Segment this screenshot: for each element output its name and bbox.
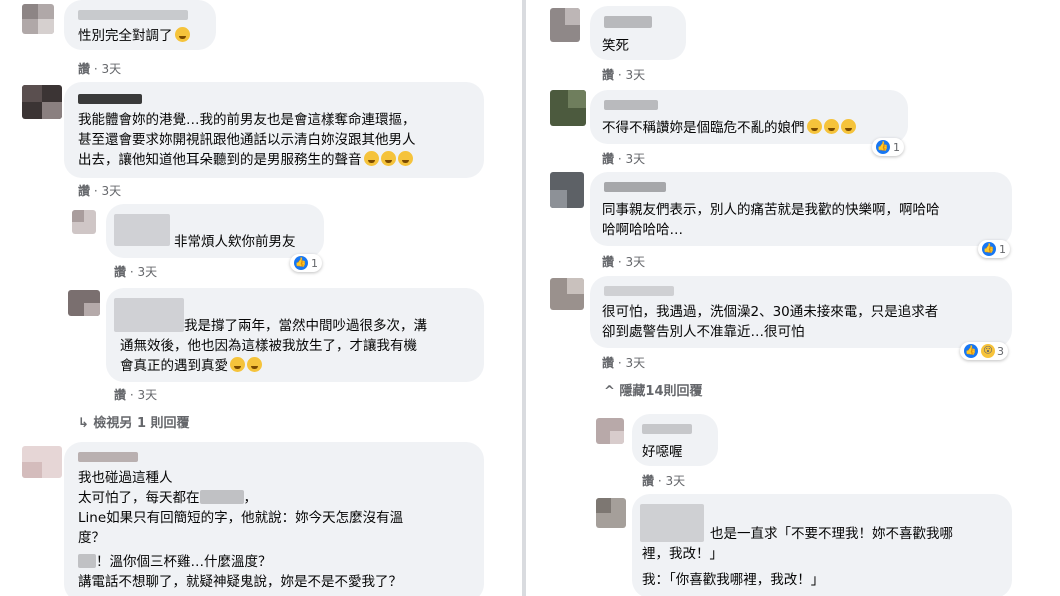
timestamp[interactable]: · 3天 [130, 388, 157, 402]
comment-text: 裡，我改！」 [642, 546, 723, 562]
like-button[interactable]: 讚 [602, 356, 614, 370]
like-button[interactable]: 讚 [78, 184, 90, 198]
panel-divider [522, 0, 526, 596]
like-button[interactable]: 讚 [78, 62, 90, 76]
redacted-text [78, 554, 96, 568]
timestamp[interactable]: · 3天 [658, 474, 685, 488]
comment-text: 不得不稱讚妳是個臨危不亂的娘們 [602, 120, 805, 136]
avatar[interactable] [596, 498, 626, 528]
commenter-name[interactable] [642, 424, 692, 434]
redacted-text [199, 490, 244, 504]
timestamp[interactable]: · 3天 [94, 62, 121, 76]
view-more-replies-link[interactable]: ↳ 檢視另 1 則回覆 [78, 412, 190, 431]
timestamp[interactable]: · 3天 [94, 184, 121, 198]
comment-text: ！溫你個三杯雞…什麼溫度？ [96, 554, 272, 570]
comment-bubble: 同事親友們表示，別人的痛苦就是我歡的快樂啊，啊哈哈 哈啊哈哈哈… [590, 172, 1012, 246]
commenter-name[interactable] [604, 16, 652, 28]
avatar[interactable] [550, 90, 586, 126]
smile-emoji-icon [230, 357, 245, 372]
like-button[interactable]: 讚 [114, 388, 126, 402]
laugh-emoji-icon [174, 27, 190, 42]
reaction-count[interactable]: 👍 😮 3 [960, 342, 1008, 360]
like-button[interactable]: 讚 [602, 255, 614, 269]
like-button[interactable]: 讚 [602, 152, 614, 166]
comment-text: 很可怕，我遇過，洗個澡2、30通未接來電，只是追求者 卻到處警告別人不准靠近…很… [602, 304, 939, 340]
comment-text: Line如果只有回簡短的字，他就說：妳今天怎麼沒有溫 度？ [78, 510, 404, 546]
avatar[interactable] [550, 172, 584, 208]
commenter-name[interactable] [640, 504, 704, 542]
avatar[interactable] [22, 85, 62, 119]
comment-text: 太可怕了，每天都在 [78, 490, 200, 506]
reply-arrow-icon: ↳ [78, 416, 94, 431]
commenter-name[interactable] [114, 214, 170, 246]
commenter-name[interactable] [78, 94, 142, 104]
avatar[interactable] [22, 4, 54, 34]
comment-text: 通無效後，他也因為這樣被我放生了，才讓我有機 會真正的遇到真愛 [120, 338, 417, 374]
avatar[interactable] [22, 446, 62, 478]
commenter-name[interactable] [604, 182, 666, 192]
like-button[interactable]: 讚 [602, 68, 614, 82]
comment-text: 我：「你喜歡我哪裡，我改！」 [642, 572, 825, 588]
smile-emoji-icon [380, 151, 396, 166]
like-button[interactable]: 讚 [114, 265, 126, 279]
reply-bubble: 也是一直求「不要不理我！妳不喜歡我哪 裡，我改！」 我：「你喜歡我哪裡，我改！」 [632, 494, 1012, 596]
comment-text: 同事親友們表示，別人的痛苦就是我歡的快樂啊，啊哈哈 哈啊哈哈哈… [602, 202, 940, 238]
commenter-name[interactable] [604, 100, 658, 110]
comment-bubble: 我能體會妳的港覺…我的前男友也是會這樣奪命連環摳， 甚至還會要求妳開視訊跟他通話… [64, 82, 484, 178]
commenter-name[interactable] [604, 286, 674, 296]
smile-emoji-icon [397, 151, 413, 166]
commenter-name[interactable] [78, 452, 138, 462]
comment-bubble: 我也碰過這種人 太可怕了，每天都在， Line如果只有回簡短的字，他就說：妳今天… [64, 442, 484, 596]
like-icon: 👍 [982, 242, 996, 256]
like-icon: 👍 [876, 140, 890, 154]
commenter-name[interactable] [78, 10, 188, 20]
timestamp[interactable]: · 3天 [618, 152, 645, 166]
timestamp[interactable]: · 3天 [130, 265, 157, 279]
comment-bubble: 性別完全對調了 [64, 0, 216, 50]
comment-text: 好噁喔 [642, 444, 683, 460]
comment-text: 講電話不想聊了，就疑神疑鬼說，妳是不是不愛我了？ [78, 574, 402, 590]
right-comment-panel: 笑死 讚 · 3天 不得不稱讚妳是個臨危不亂的娘們 👍 1 讚 · 3天 同事親友… [528, 0, 1060, 596]
reaction-count[interactable]: 👍 1 [978, 240, 1010, 258]
reply-bubble: 非常煩人欸你前男友 [106, 204, 324, 258]
like-button[interactable]: 讚 [642, 474, 654, 488]
comment-bubble: 笑死 [590, 6, 686, 60]
comment-text: 笑死 [602, 38, 629, 54]
laugh-emoji-icon [806, 119, 822, 134]
comment-text: 性別完全對調了 [78, 28, 173, 44]
reaction-count[interactable]: 👍 1 [290, 254, 322, 272]
like-icon: 👍 [294, 256, 308, 270]
comment-bubble: 不得不稱讚妳是個臨危不亂的娘們 [590, 90, 908, 144]
timestamp[interactable]: · 3天 [618, 356, 645, 370]
like-icon: 👍 [964, 344, 978, 358]
avatar[interactable] [68, 290, 100, 316]
smile-emoji-icon [363, 151, 379, 166]
avatar[interactable] [550, 8, 580, 42]
smile-emoji-icon [247, 357, 262, 372]
avatar[interactable] [550, 278, 584, 310]
chevron-up-icon: ^ [604, 384, 620, 399]
reaction-count[interactable]: 👍 1 [872, 138, 904, 156]
comment-text: 非常煩人欸你前男友 [174, 234, 296, 250]
avatar[interactable] [596, 418, 624, 444]
hide-replies-link[interactable]: ^ 隱藏14則回覆 [604, 380, 703, 399]
wow-icon: 😮 [981, 344, 995, 358]
laugh-emoji-icon [840, 119, 856, 134]
avatar[interactable] [72, 210, 96, 234]
laugh-emoji-icon [823, 119, 839, 134]
comment-bubble: 很可怕，我遇過，洗個澡2、30通未接來電，只是追求者 卻到處警告別人不准靠近…很… [590, 276, 1012, 348]
timestamp[interactable]: · 3天 [618, 68, 645, 82]
comment-text: 也是一直求「不要不理我！妳不喜歡我哪 [710, 526, 953, 542]
comment-text: 我也碰過這種人 [78, 470, 173, 486]
left-comment-panel: 性別完全對調了 讚 · 3天 我能體會妳的港覺…我的前男友也是會這樣奪命連環摳，… [0, 0, 520, 596]
comment-text: 我是撐了兩年，當然中間吵過很多次，溝 [184, 318, 427, 334]
timestamp[interactable]: · 3天 [618, 255, 645, 269]
reply-bubble: 我是撐了兩年，當然中間吵過很多次，溝 通無效後，他也因為這樣被我放生了，才讓我有… [106, 288, 484, 382]
reply-bubble: 好噁喔 [632, 414, 718, 466]
commenter-name[interactable] [114, 298, 184, 332]
